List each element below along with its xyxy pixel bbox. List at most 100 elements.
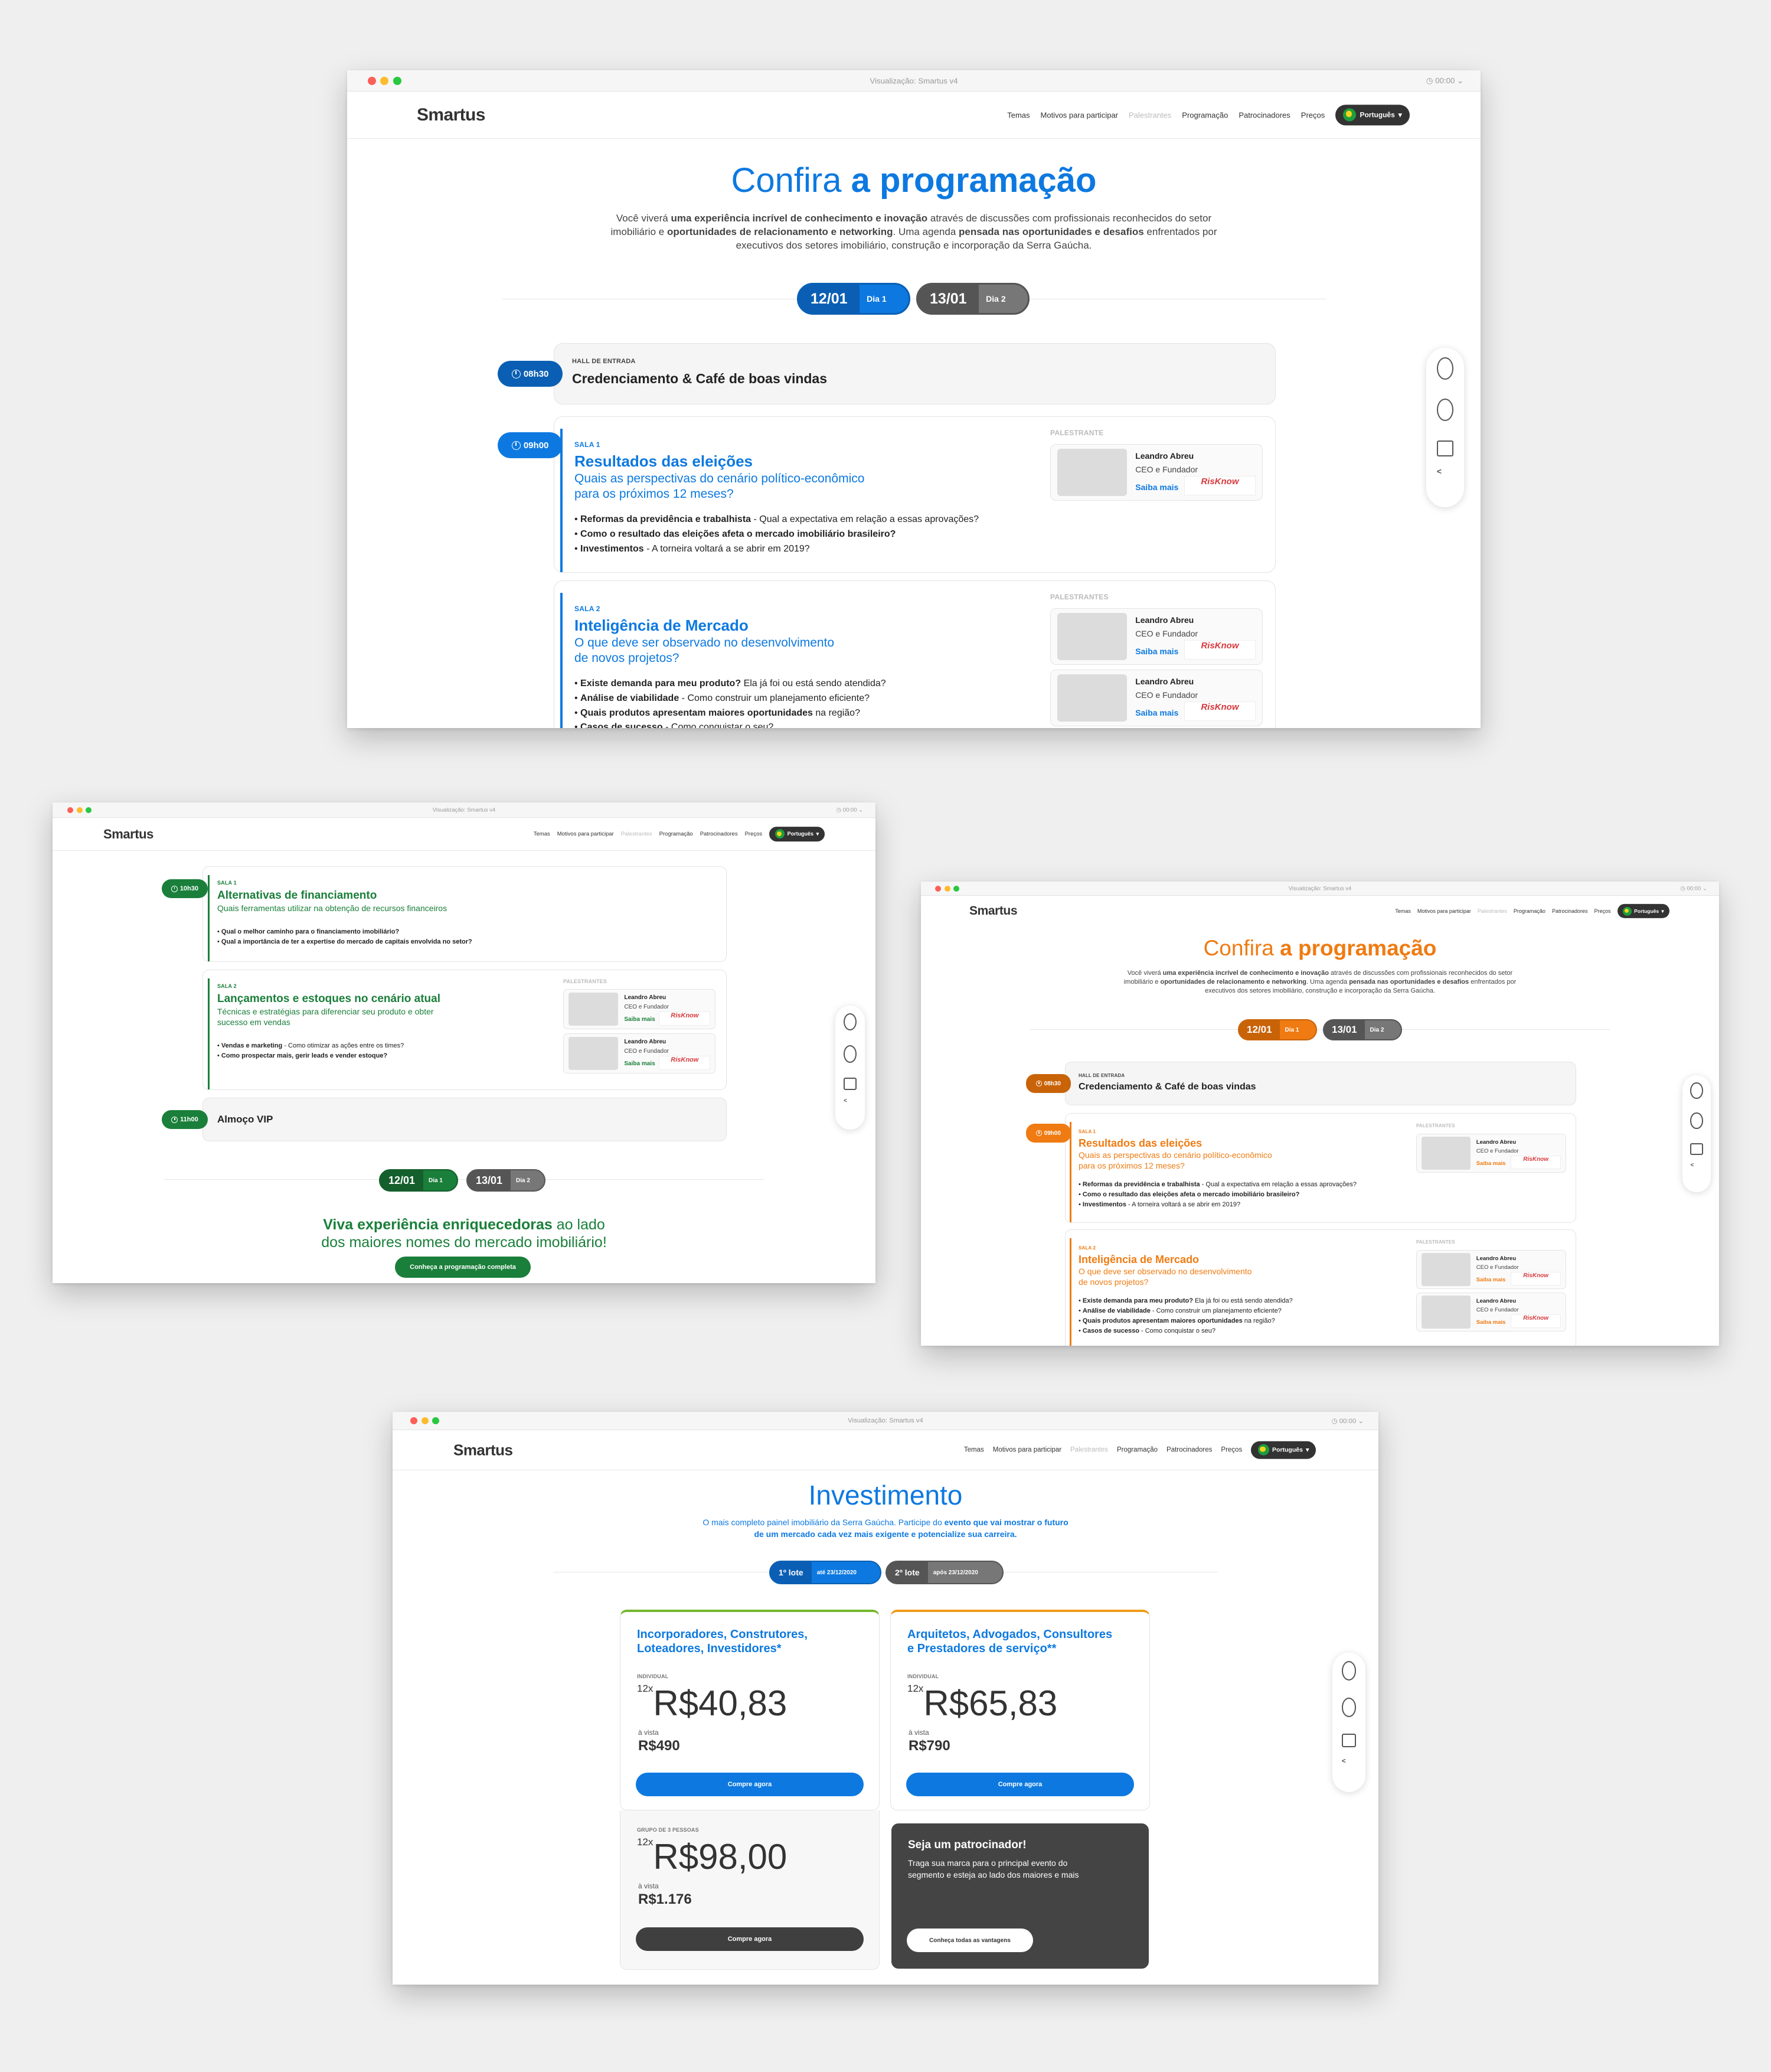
chevron-down-icon: ▾ — [1306, 1446, 1309, 1454]
share-icon[interactable] — [1342, 1757, 1357, 1784]
nav-motivos[interactable]: Motivos para participar — [1041, 110, 1119, 119]
risknow-logo: RisKnow — [659, 1011, 711, 1026]
nav-programacao[interactable]: Programação — [1514, 908, 1545, 914]
price-card-arquitetos: Arquitetos, Advogados, Consultores e Pres… — [890, 1610, 1150, 1810]
saiba-mais-link[interactable]: Saiba mais — [1135, 647, 1178, 656]
saiba-mais-link[interactable]: Saiba mais — [624, 1016, 655, 1023]
whatsapp-icon[interactable] — [1690, 1082, 1703, 1099]
nav-palestrantes[interactable]: Palestrantes — [1478, 908, 1507, 914]
tab-day1[interactable]: 12/01 Dia 1 — [379, 1169, 458, 1192]
nav-patrocinadores[interactable]: Patrocinadores — [1239, 110, 1290, 119]
nav-motivos[interactable]: Motivos para participar — [1417, 908, 1471, 914]
agenda-item-hall: HALL DE ENTRADA Credenciamento & Café de… — [554, 343, 1276, 404]
nav-programacao[interactable]: Programação — [1182, 110, 1228, 119]
session-bullets: • Qual o melhor caminho para o financiam… — [217, 928, 472, 946]
logo[interactable]: Smartus — [417, 105, 485, 125]
risknow-logo: RisKnow — [1510, 1155, 1561, 1169]
nav-programacao[interactable]: Programação — [1117, 1447, 1158, 1454]
speaker-card[interactable]: Leandro Abreu CEO e Fundador Saiba mais … — [1050, 670, 1263, 726]
nav-temas[interactable]: Temas — [1395, 908, 1411, 914]
speaker-card[interactable]: Leandro Abreu CEO e Fundador Saiba mais … — [1050, 444, 1263, 501]
clock-icon — [171, 1116, 178, 1123]
speaker-card[interactable]: Leandro Abreu CEO e Fundador Saiba mais … — [1416, 1134, 1566, 1173]
phone-icon[interactable] — [1436, 399, 1454, 422]
phone-icon[interactable] — [1690, 1112, 1703, 1130]
nav-precos[interactable]: Preços — [1221, 1447, 1242, 1454]
saiba-mais-link[interactable]: Saiba mais — [1476, 1277, 1506, 1283]
speaker-card[interactable]: Leandro Abreu CEO e Fundador Saiba mais … — [563, 1033, 715, 1073]
social-bar — [835, 1006, 865, 1130]
buy-button[interactable]: Compre agora — [636, 1927, 864, 1951]
speaker-card[interactable]: Leandro Abreu CEO e Fundador Saiba mais … — [1416, 1250, 1566, 1289]
nav-programacao[interactable]: Programação — [659, 831, 693, 837]
saiba-mais-link[interactable]: Saiba mais — [1476, 1160, 1506, 1167]
nav-temas[interactable]: Temas — [1007, 110, 1030, 119]
language-selector[interactable]: Português ▾ — [1335, 104, 1410, 126]
logo[interactable]: Smartus — [969, 904, 1018, 918]
phone-icon[interactable] — [844, 1045, 857, 1063]
nav-patrocinadores[interactable]: Patrocinadores — [1552, 908, 1588, 914]
room-label: SALA 1 — [574, 440, 600, 449]
speaker-card[interactable]: Leandro Abreu CEO e Fundador Saiba mais … — [563, 989, 715, 1029]
nav-palestrantes[interactable]: Palestrantes — [1129, 110, 1171, 119]
mail-icon[interactable] — [1690, 1143, 1703, 1155]
nav-motivos[interactable]: Motivos para participar — [993, 1447, 1061, 1454]
saiba-mais-link[interactable]: Saiba mais — [1135, 482, 1178, 492]
tab-day1[interactable]: 12/01 Dia 1 — [1238, 1019, 1317, 1040]
tab-lote1[interactable]: 1º lote até 23/12/2020 — [769, 1561, 881, 1584]
nav-palestrantes[interactable]: Palestrantes — [1070, 1447, 1108, 1454]
buy-button[interactable]: Compre agora — [636, 1773, 864, 1796]
language-selector[interactable]: Português ▾ — [1617, 903, 1669, 919]
whatsapp-icon[interactable] — [1436, 357, 1454, 380]
card-title: Arquitetos, Advogados, Consultores e Pres… — [907, 1628, 1113, 1655]
nav-motivos[interactable]: Motivos para participar — [557, 831, 614, 837]
window-time: ◷ 00:00 ⌄ — [1680, 885, 1707, 892]
tab-lote2[interactable]: 2º lote após 23/12/2020 — [886, 1561, 1004, 1584]
speaker-card[interactable]: Leandro Abreu CEO e Fundador Saiba mais … — [1416, 1293, 1566, 1332]
logo[interactable]: Smartus — [103, 827, 153, 842]
phone-icon[interactable] — [1341, 1697, 1357, 1717]
sponsor-button[interactable]: Conheça todas as vantagens — [907, 1929, 1033, 1952]
speaker-card[interactable]: Leandro Abreu CEO e Fundador Saiba mais … — [1050, 608, 1263, 665]
whatsapp-icon[interactable] — [844, 1013, 857, 1030]
mail-icon[interactable] — [1341, 1733, 1357, 1748]
nav-precos[interactable]: Preços — [745, 831, 763, 837]
mail-icon[interactable] — [1436, 440, 1454, 456]
saiba-mais-link[interactable]: Saiba mais — [1476, 1319, 1506, 1326]
nav-temas[interactable]: Temas — [964, 1447, 984, 1454]
share-icon[interactable] — [1437, 466, 1453, 498]
nav-precos[interactable]: Preços — [1594, 908, 1610, 914]
speakers-label: PALESTRANTES — [1416, 1239, 1455, 1245]
risknow-logo: RisKnow — [659, 1055, 711, 1070]
language-selector[interactable]: Português ▾ — [1251, 1441, 1316, 1459]
clock-icon: ◷ — [836, 807, 842, 813]
whatsapp-icon[interactable] — [1341, 1661, 1357, 1681]
nav-patrocinadores[interactable]: Patrocinadores — [700, 831, 738, 837]
tab-day2[interactable]: 13/01 Dia 2 — [916, 283, 1030, 315]
time-badge-1030: 10h30 — [162, 879, 208, 898]
social-bar — [1682, 1075, 1711, 1192]
buy-button[interactable]: Compre agora — [906, 1773, 1134, 1796]
mail-icon[interactable] — [844, 1077, 857, 1090]
social-bar — [1426, 348, 1464, 507]
logo[interactable]: Smartus — [453, 1441, 513, 1459]
divider — [1030, 1029, 1610, 1030]
time-badge-0900: 09h00 — [1026, 1124, 1071, 1143]
saiba-mais-link[interactable]: Saiba mais — [1135, 708, 1178, 717]
page-title: Confira a programação — [1203, 936, 1437, 960]
nav-menu: Temas Motivos para participar Palestrant… — [1007, 104, 1410, 126]
share-icon[interactable] — [1690, 1162, 1703, 1185]
saiba-mais-link[interactable]: Saiba mais — [624, 1061, 655, 1067]
nav-precos[interactable]: Preços — [1301, 110, 1325, 119]
tab-day1[interactable]: 12/01 Dia 1 — [797, 283, 910, 315]
hall-label: HALL DE ENTRADA — [572, 358, 636, 365]
programacao-completa-button[interactable]: Conheça a programação completa — [395, 1257, 531, 1278]
tab-day2[interactable]: 13/01 Dia 2 — [1323, 1019, 1402, 1040]
nav-temas[interactable]: Temas — [534, 831, 550, 837]
nav-palestrantes[interactable]: Palestrantes — [621, 831, 652, 837]
language-selector[interactable]: Português ▾ — [769, 826, 825, 842]
nav-patrocinadores[interactable]: Patrocinadores — [1166, 1447, 1212, 1454]
brazil-flag-icon — [1257, 1444, 1269, 1456]
share-icon[interactable] — [844, 1098, 857, 1122]
tab-day2[interactable]: 13/01 Dia 2 — [466, 1169, 545, 1192]
